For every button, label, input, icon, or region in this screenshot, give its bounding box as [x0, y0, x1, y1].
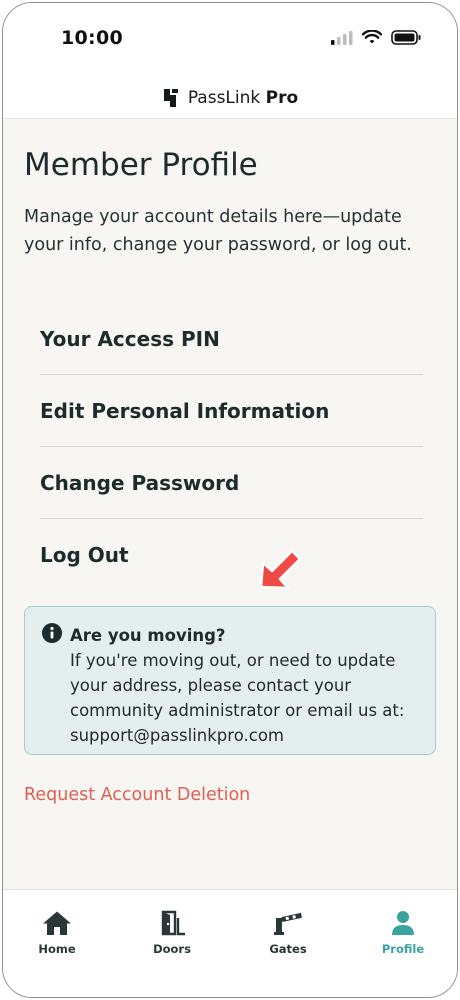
menu-item-log-out[interactable]: Log Out: [40, 519, 423, 591]
wifi-icon: [362, 30, 382, 44]
phone-frame: 10:00 PassLink Pro Member Profile Manage…: [2, 2, 458, 998]
pointer-arrow-icon: [259, 549, 302, 590]
home-icon: [43, 911, 71, 935]
page-title: Member Profile: [24, 147, 258, 183]
tab-gates[interactable]: Gates: [238, 910, 338, 956]
bottom-tab-bar: Home Doors Gates Profile: [3, 889, 457, 997]
passlink-logo-icon: [163, 89, 178, 107]
cellular-signal-icon: [331, 30, 353, 45]
profile-content: Member Profile Manage your account detai…: [3, 119, 457, 889]
app-header: PassLink Pro: [3, 78, 457, 119]
tab-profile-label: Profile: [381, 942, 425, 956]
tab-gates-label: Gates: [269, 942, 307, 956]
tab-doors-label: Doors: [153, 942, 191, 956]
menu-item-edit-personal-info[interactable]: Edit Personal Information: [40, 375, 423, 447]
notice-title: Are you moving?: [70, 626, 226, 645]
tab-home[interactable]: Home: [7, 910, 107, 956]
tab-doors[interactable]: Doors: [122, 910, 222, 956]
battery-icon: [391, 30, 421, 45]
gate-icon: [274, 912, 302, 935]
notice-body: If you're moving out, or need to update …: [70, 651, 405, 745]
brand-name-light: PassLink: [187, 88, 261, 108]
notice-text: Are you moving? If you're moving out, or…: [70, 623, 425, 748]
menu-item-access-pin[interactable]: Your Access PIN: [40, 303, 423, 375]
profile-menu: Your Access PIN Edit Personal Informatio…: [40, 303, 423, 591]
door-icon: [161, 910, 185, 936]
brand-name-bold: Pro: [265, 88, 299, 108]
brand-name: PassLink Pro: [188, 88, 298, 108]
tab-home-label: Home: [38, 942, 76, 956]
page-subtitle: Manage your account details here—update …: [24, 207, 412, 255]
menu-item-change-password[interactable]: Change Password: [40, 447, 423, 519]
request-account-deletion-link[interactable]: Request Account Deletion: [24, 785, 250, 805]
status-bar: 10:00: [3, 3, 457, 78]
info-icon: [42, 623, 62, 643]
status-icons: [331, 30, 421, 45]
profile-icon: [392, 911, 414, 935]
status-time: 10:00: [61, 27, 123, 49]
moving-notice: Are you moving? If you're moving out, or…: [24, 606, 436, 755]
tab-profile[interactable]: Profile: [353, 910, 453, 956]
